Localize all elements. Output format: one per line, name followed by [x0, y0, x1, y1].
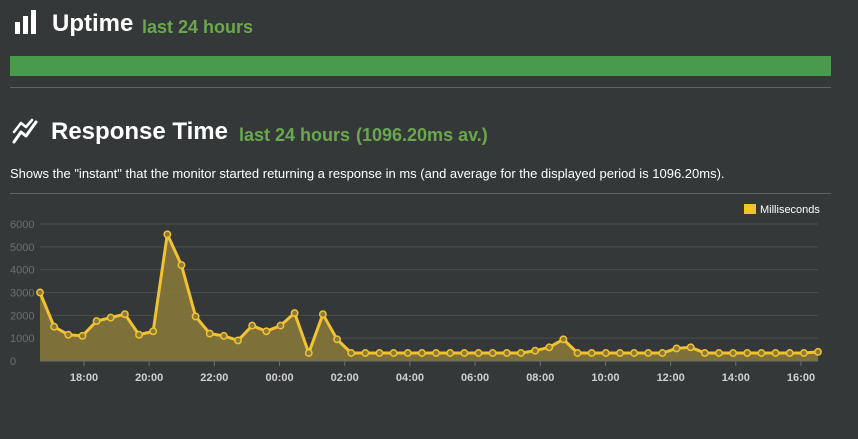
data-point	[106, 313, 115, 322]
x-tick-label: 16:00	[787, 372, 815, 384]
data-point	[36, 288, 44, 297]
x-tick-label: 20:00	[135, 372, 163, 384]
data-point	[785, 349, 794, 357]
data-point	[488, 349, 497, 357]
bar-chart-icon	[12, 10, 38, 39]
data-point	[290, 309, 299, 318]
response-time-chart: 0 1000 2000 3000 4000 5000 6000 18:00 20:00 22:0…	[10, 204, 822, 384]
x-axis: 18:00 20:00 22:00 00:00 02:00 04:00 06:00 08:00…	[40, 360, 818, 384]
legend-label: Milliseconds	[760, 204, 820, 216]
data-point	[545, 343, 554, 352]
data-point	[516, 349, 525, 357]
uptime-title: Uptime	[52, 10, 134, 37]
y-tick-label: 2000	[10, 310, 34, 322]
legend-swatch	[744, 204, 756, 214]
x-tick-label: 00:00	[265, 372, 293, 384]
data-point	[729, 349, 738, 357]
data-point	[799, 349, 808, 357]
data-point	[672, 344, 681, 353]
y-axis: 0 1000 2000 3000 4000 5000 6000	[10, 219, 34, 368]
data-point	[205, 329, 214, 338]
data-point	[389, 349, 398, 357]
data-point	[814, 347, 822, 356]
data-point	[502, 349, 511, 357]
data-point	[460, 349, 469, 357]
data-point	[64, 330, 73, 339]
data-point	[163, 230, 172, 239]
data-point	[375, 349, 384, 357]
x-tick-label: 04:00	[396, 372, 424, 384]
line-chart-icon	[12, 118, 40, 149]
data-point	[686, 343, 695, 352]
data-point	[700, 349, 709, 357]
data-point	[757, 349, 766, 357]
data-point	[262, 327, 271, 336]
data-point	[644, 349, 653, 357]
x-tick-label: 06:00	[461, 372, 489, 384]
divider	[10, 193, 831, 194]
x-tick-label: 22:00	[200, 372, 228, 384]
y-tick-label: 3000	[10, 288, 34, 300]
data-point	[446, 349, 455, 357]
data-point	[601, 349, 610, 357]
y-tick-label: 4000	[10, 265, 34, 277]
x-tick-label: 14:00	[722, 372, 750, 384]
y-tick-label: 6000	[10, 219, 34, 231]
data-point	[50, 322, 59, 331]
data-point	[417, 349, 426, 357]
data-point	[92, 317, 101, 325]
data-point	[630, 349, 639, 357]
uptime-period: last 24 hours	[142, 17, 254, 37]
data-point	[559, 335, 568, 344]
x-tick-label: 18:00	[70, 372, 98, 384]
data-point	[715, 349, 723, 357]
chart-area	[38, 232, 819, 361]
data-point	[78, 331, 87, 340]
data-point	[403, 349, 412, 357]
response-time-average: (1096.20ms av.)	[356, 125, 488, 145]
x-tick-label: 08:00	[526, 372, 554, 384]
data-point	[276, 321, 285, 330]
x-tick-label: 10:00	[591, 372, 619, 384]
data-point	[587, 349, 596, 357]
y-tick-label: 5000	[10, 242, 34, 254]
data-point	[432, 349, 441, 357]
data-point	[318, 310, 327, 319]
data-point	[234, 336, 242, 345]
data-point	[191, 312, 200, 321]
data-point	[658, 349, 667, 357]
divider	[10, 87, 831, 88]
response-time-description: Shows the "instant" that the monitor sta…	[10, 166, 725, 181]
data-point	[135, 330, 143, 339]
data-point	[120, 310, 129, 319]
y-tick-label: 1000	[10, 333, 34, 345]
x-tick-label: 12:00	[657, 372, 685, 384]
data-point	[248, 321, 257, 330]
data-point	[347, 349, 356, 357]
data-point	[333, 335, 342, 344]
data-point	[474, 349, 483, 357]
uptime-status-bar[interactable]	[10, 56, 831, 76]
y-tick-label: 0	[10, 356, 16, 368]
data-point	[177, 261, 186, 270]
x-tick-label: 02:00	[331, 372, 359, 384]
response-time-period: last 24 hours	[239, 125, 351, 145]
data-point	[361, 349, 370, 357]
data-point	[219, 331, 228, 340]
chart-legend[interactable]: Milliseconds	[744, 204, 820, 216]
data-point	[531, 346, 540, 355]
data-point	[304, 349, 313, 357]
response-time-title: Response Time	[51, 118, 228, 145]
data-point	[616, 349, 624, 357]
data-point	[743, 349, 752, 357]
data-point	[149, 327, 158, 336]
data-point	[771, 349, 780, 357]
data-point	[573, 349, 582, 357]
